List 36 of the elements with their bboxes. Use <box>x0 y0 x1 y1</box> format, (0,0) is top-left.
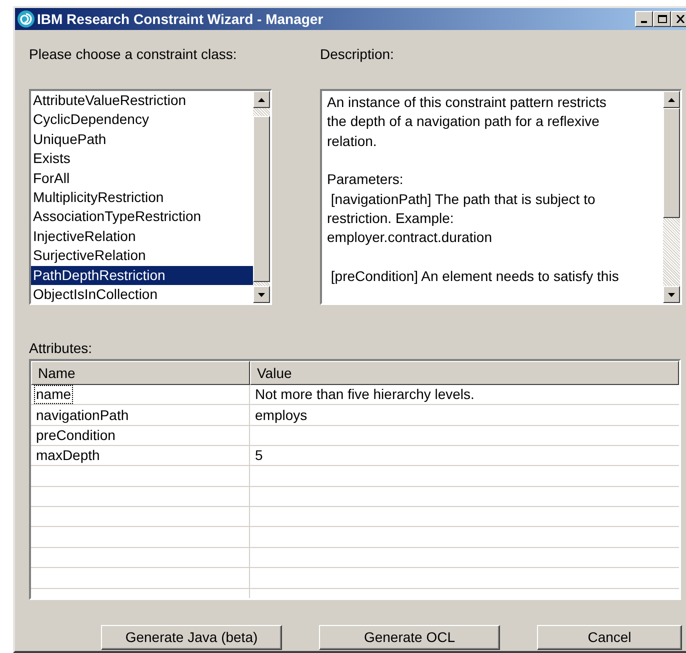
list-item[interactable]: MultiplicityRestriction <box>31 188 253 208</box>
list-item[interactable]: ForAll <box>31 168 253 188</box>
list-item[interactable]: Exists <box>31 149 253 169</box>
description-line: the depth of a navigation path for a reflexive <box>327 112 600 132</box>
table-cell-text: preCondition <box>35 426 116 445</box>
list-item[interactable]: PathDepthRestriction <box>31 266 253 285</box>
constraint-class-list[interactable]: AttributeValueRestriction CyclicDependency UniquePath Exists ForAll MultiplicityRestriction AssociationTypeRestriction InjectiveRelation SurjectiveRelation PathDepthRestriction ObjectIsInCollection <box>29 89 272 305</box>
description-line: restriction. Example: <box>327 208 455 228</box>
list-item[interactable]: AttributeValueRestriction <box>31 91 253 110</box>
list-item[interactable]: CyclicDependency <box>31 110 253 130</box>
list-item[interactable]: UniquePath <box>31 130 253 150</box>
class-list-label: Please choose a constraint class: <box>29 45 238 64</box>
list-item[interactable]: SurjectiveRelation <box>31 246 253 266</box>
description-line: [preCondition] An element needs to satisfy this <box>330 266 620 286</box>
column-header[interactable]: Name <box>31 361 250 385</box>
table-cell-text: Not more than five hierarchy levels. <box>255 385 474 404</box>
attributes-label: Attributes: <box>29 339 94 358</box>
table-cell-text: 5 <box>255 446 263 465</box>
table-cell: name <box>34 385 74 404</box>
table-cell-text: employs <box>255 406 308 425</box>
description-line: An instance of this constraint pattern restricts <box>327 93 608 112</box>
list-item[interactable]: AssociationTypeRestriction <box>31 207 253 227</box>
dialog-button[interactable]: Generate OCL <box>319 625 500 650</box>
description-line: Parameters: <box>327 170 404 190</box>
table-cell-text: maxDepth <box>35 446 101 465</box>
window-title: IBM Research Constraint Wizard - Manager <box>37 10 324 29</box>
description-line: [navigationPath] The path that is subject to <box>330 190 596 209</box>
description-label: Description: <box>320 45 395 64</box>
table-cell-text: navigationPath <box>35 406 130 425</box>
description-line: employer.contract.duration <box>327 228 493 248</box>
list-item[interactable]: InjectiveRelation <box>31 226 253 246</box>
list-item[interactable]: ObjectIsInCollection <box>31 284 253 303</box>
column-header[interactable]: Value <box>250 361 679 385</box>
dialog-button[interactable]: Cancel <box>537 625 682 650</box>
dialog-button[interactable]: Generate Java (beta) <box>101 625 282 650</box>
description-line: relation. <box>327 132 378 151</box>
